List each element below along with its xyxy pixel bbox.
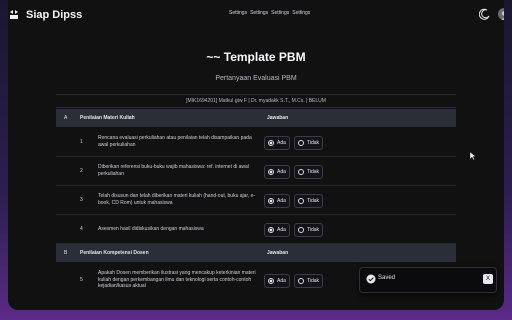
radio-selected[interactable]: [268, 227, 274, 233]
question-text: Diberikan referensi buku-buku wajib maha…: [98, 164, 249, 177]
question-text: Rencana evaluasi perkuliahan atau penila…: [98, 135, 252, 148]
radio-unselected[interactable]: [298, 278, 304, 284]
option-label: Tidak: [307, 140, 320, 146]
radio-selected[interactable]: [268, 278, 274, 284]
radio-selected[interactable]: [268, 140, 274, 146]
option-tidak[interactable]: Tidak: [294, 165, 324, 179]
section-title: Penilaian Materi Kuliah: [80, 115, 135, 121]
option-label: Tidak: [307, 227, 320, 233]
nav-settings-3[interactable]: Settings: [271, 10, 289, 16]
section-title: Penilaian Kompetensi Dosen: [80, 250, 149, 256]
question-row: 4 Asesmen hasil didiskusikan dengan maha…: [56, 215, 456, 244]
section-code: A: [64, 115, 68, 121]
radio-unselected[interactable]: [298, 169, 304, 175]
section-code: B: [64, 250, 68, 256]
check-circle-icon: [366, 274, 376, 284]
question-row: 3 Telah disusun dan telah diberikan mate…: [56, 186, 456, 215]
moon-icon[interactable]: [479, 8, 491, 20]
option-label: Ada: [277, 227, 286, 233]
close-icon[interactable]: X: [483, 274, 493, 284]
radio-selected[interactable]: [268, 198, 274, 204]
section-header-b: B Penilaian Kompetensi Dosen Jawaban: [56, 244, 456, 262]
option-label: Tidak: [307, 169, 320, 175]
option-tidak[interactable]: Tidak: [294, 194, 324, 208]
cursor: [470, 152, 476, 160]
page-title: ~~ Template PBM: [206, 50, 306, 64]
option-ada[interactable]: Ada: [264, 223, 290, 237]
logo-icon: [10, 10, 18, 19]
option-label: Ada: [277, 278, 286, 284]
nav-settings-1[interactable]: Settings: [229, 10, 247, 16]
question-number: 2: [80, 168, 83, 174]
radio-unselected[interactable]: [298, 227, 304, 233]
option-label: Ada: [277, 198, 286, 204]
option-label: Tidak: [307, 198, 320, 204]
option-ada[interactable]: Ada: [264, 194, 290, 208]
course-info: [MIK1694201] Matkul gtw F | Dr. myadakk …: [56, 94, 456, 108]
brand-name: Siap Dipss: [26, 9, 83, 21]
option-label: Tidak: [307, 278, 320, 284]
question-text: Asesmen hasil didiskusikan dengan mahasi…: [98, 225, 204, 232]
radio-unselected[interactable]: [298, 198, 304, 204]
option-tidak[interactable]: Tidak: [294, 136, 324, 150]
question-number: 3: [80, 197, 83, 203]
question-number: 1: [80, 139, 83, 145]
question-text: Apakah Dosen memberikan ilustrasi yang m…: [98, 269, 256, 290]
answer-header: Jawaban: [267, 115, 289, 121]
option-label: Ada: [277, 169, 286, 175]
nav-settings-2[interactable]: Settings: [250, 10, 268, 16]
toast-text: Saved: [378, 275, 396, 281]
option-tidak[interactable]: Tidak: [294, 274, 324, 288]
page-subtitle: Pertanyaan Evaluasi PBM: [215, 75, 297, 82]
nav-settings-4[interactable]: Settings: [292, 10, 310, 16]
option-label: Ada: [277, 140, 286, 146]
avatar[interactable]: [498, 8, 504, 20]
question-row: 2 Diberikan referensi buku-buku wajib ma…: [56, 157, 456, 186]
option-ada[interactable]: Ada: [264, 165, 290, 179]
question-number: 5: [80, 277, 83, 283]
question-number: 4: [80, 226, 83, 232]
section-header-a: A Penilaian Materi Kuliah Jawaban: [56, 109, 456, 127]
question-row: 1 Rencana evaluasi perkuliahan atau peni…: [56, 128, 456, 157]
radio-selected[interactable]: [268, 169, 274, 175]
nav-links: Settings Settings Settings Settings: [229, 10, 310, 16]
option-ada[interactable]: Ada: [264, 274, 290, 288]
radio-unselected[interactable]: [298, 140, 304, 146]
option-ada[interactable]: Ada: [264, 136, 290, 150]
toast-notification: Saved X: [359, 267, 497, 293]
option-tidak[interactable]: Tidak: [294, 223, 324, 237]
answer-header: Jawaban: [267, 250, 289, 256]
question-text: Telah disusun dan telah diberikan materi…: [98, 193, 256, 206]
brand[interactable]: Siap Dipss: [8, 8, 82, 22]
top-bar: Siap Dipss Settings Settings Settings Se…: [8, 0, 504, 30]
